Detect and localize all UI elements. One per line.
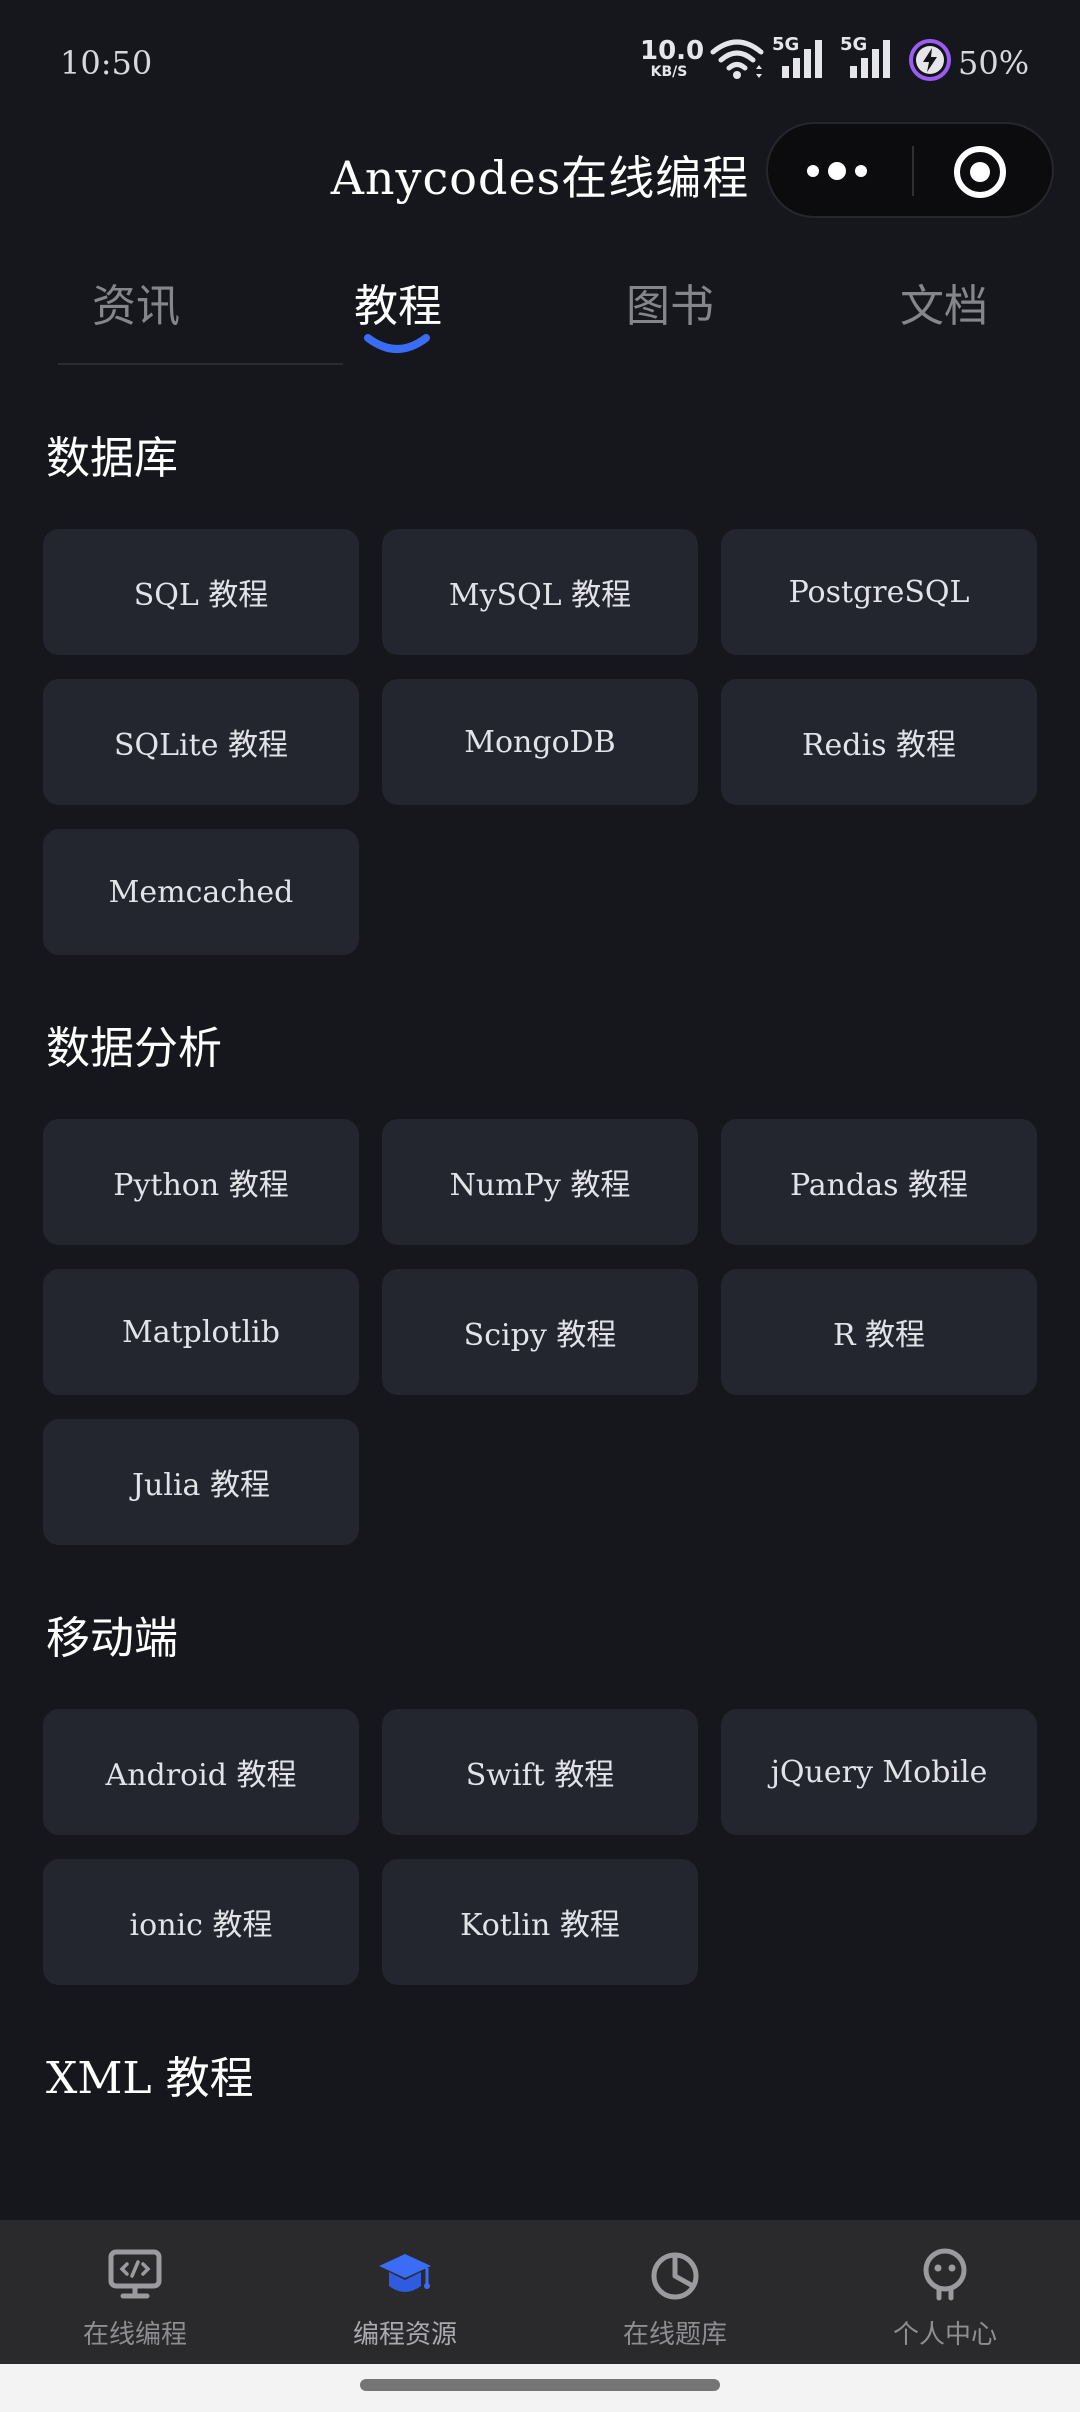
- tutorial-card[interactable]: SQLite 教程: [43, 679, 359, 805]
- nav-personal-center[interactable]: 个人中心: [810, 2220, 1080, 2364]
- bottom-navigation: 在线编程 编程资源 在线题库 个人中心: [0, 2220, 1080, 2364]
- tutorial-card[interactable]: Matplotlib: [43, 1269, 359, 1395]
- active-tab-indicator: [364, 334, 430, 353]
- nav-online-coding[interactable]: 在线编程: [0, 2220, 270, 2364]
- tutorial-card[interactable]: Julia 教程: [43, 1419, 359, 1545]
- tutorial-card[interactable]: Swift 教程: [382, 1709, 698, 1835]
- section-title-xml: XML 教程: [46, 2053, 254, 2104]
- nav-label: 编程资源: [352, 2320, 457, 2350]
- tutorial-card[interactable]: SQL 教程: [43, 529, 359, 655]
- nav-question-bank[interactable]: 在线题库: [540, 2220, 810, 2364]
- tutorial-card[interactable]: NumPy 教程: [382, 1119, 698, 1245]
- more-dots-icon[interactable]: [804, 154, 870, 188]
- tutorial-card[interactable]: MySQL 教程: [382, 529, 698, 655]
- tutorial-card[interactable]: Memcached: [43, 829, 359, 955]
- tutorial-card[interactable]: Redis 教程: [721, 679, 1037, 805]
- robot-face-icon: [923, 2248, 967, 2301]
- battery-percent: 50%: [958, 44, 1030, 82]
- tutorial-card[interactable]: jQuery Mobile: [721, 1709, 1037, 1835]
- section-title-data-analysis: 数据分析: [46, 1023, 222, 1074]
- tutorial-card[interactable]: ionic 教程: [43, 1859, 359, 1985]
- tutorial-card[interactable]: Android 教程: [43, 1709, 359, 1835]
- nav-programming-resources[interactable]: 编程资源: [270, 2220, 540, 2364]
- network-speed-value: 10.0: [640, 36, 705, 66]
- nav-label: 个人中心: [892, 2320, 997, 2350]
- signal-icon: 5G: [772, 34, 830, 84]
- tutorial-card[interactable]: MongoDB: [382, 679, 698, 805]
- tab-tutorials[interactable]: 教程: [298, 270, 498, 334]
- home-indicator[interactable]: [360, 2379, 720, 2391]
- capsule-divider: [912, 146, 914, 196]
- network-speed: 10.0 KB/S: [640, 36, 705, 80]
- tutorial-card[interactable]: Kotlin 教程: [382, 1859, 698, 1985]
- signal-icon: 5G: [840, 34, 898, 84]
- battery-charging-icon: [909, 39, 951, 81]
- tutorial-card[interactable]: PostgreSQL: [721, 529, 1037, 655]
- tutorial-card[interactable]: Scipy 教程: [382, 1269, 698, 1395]
- section-title-mobile: 移动端: [46, 1613, 178, 1664]
- tab-docs[interactable]: 文档: [844, 270, 1044, 334]
- graduation-cap-icon: [379, 2254, 431, 2292]
- nav-label: 在线题库: [622, 2320, 727, 2350]
- tutorial-card[interactable]: R 教程: [721, 1269, 1037, 1395]
- network-speed-unit: KB/S: [650, 64, 688, 80]
- close-target-icon[interactable]: [952, 144, 1008, 200]
- miniprogram-capsule: [766, 122, 1054, 218]
- tab-news[interactable]: 资讯: [36, 270, 236, 334]
- tutorial-card[interactable]: Pandas 教程: [721, 1119, 1037, 1245]
- status-time: 10:50: [60, 44, 153, 82]
- status-bar: 10:50 10.0 KB/S 5G 5G 50%: [0, 0, 1080, 120]
- tab-books[interactable]: 图书: [570, 270, 770, 334]
- monitor-code-icon: [108, 2249, 162, 2299]
- nav-label: 在线编程: [82, 2320, 187, 2350]
- pie-chart-icon: [651, 2252, 699, 2300]
- tutorial-card[interactable]: Python 教程: [43, 1119, 359, 1245]
- wifi-icon: [710, 39, 764, 79]
- tab-bar-divider: [58, 363, 343, 365]
- section-title-database: 数据库: [46, 433, 178, 484]
